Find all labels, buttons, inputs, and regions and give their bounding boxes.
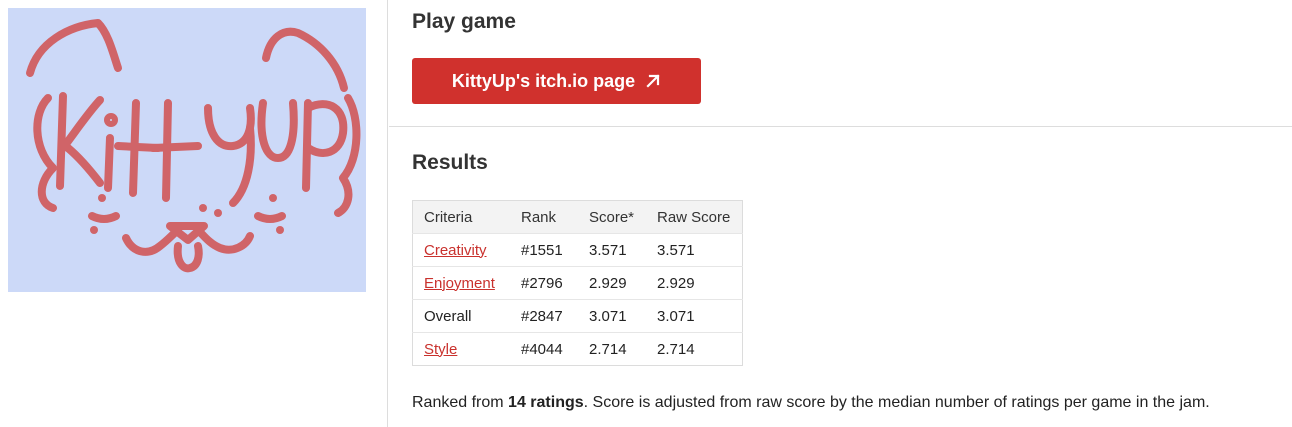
- score-cell: 2.929: [578, 266, 646, 300]
- footnote-suffix: . Score is adjusted from raw score by th…: [583, 394, 1210, 411]
- play-game-heading: Play game: [412, 10, 516, 33]
- section-divider: [389, 126, 1292, 127]
- header-criteria: Criteria: [412, 200, 510, 234]
- raw-score-cell: 3.071: [646, 299, 743, 333]
- external-link-icon: [645, 73, 661, 89]
- dot: [276, 226, 284, 234]
- footnote-prefix: Ranked from: [412, 394, 509, 411]
- score-cell: 3.071: [578, 299, 646, 333]
- letter-i: [104, 134, 114, 192]
- rank-cell: #1551: [510, 233, 578, 267]
- header-raw-score: Raw Score: [646, 200, 743, 234]
- results-header-row: Criteria Rank Score* Raw Score: [412, 200, 743, 234]
- table-row: Creativity #1551 3.571 3.571: [412, 233, 743, 267]
- criteria-cell: Creativity: [412, 233, 510, 267]
- dot: [269, 194, 277, 202]
- header-score: Score*: [578, 200, 646, 234]
- left-whisker: [88, 212, 120, 223]
- criteria-cell-overall: Overall: [412, 299, 510, 333]
- letter-t2-bar: [149, 142, 202, 152]
- results-table: Criteria Rank Score* Raw Score Creativit…: [412, 200, 743, 366]
- criteria-link-enjoyment[interactable]: Enjoyment: [424, 275, 495, 292]
- ratings-count: 14 ratings: [508, 394, 584, 411]
- raw-score-cell: 3.571: [646, 233, 743, 267]
- dot: [199, 204, 207, 212]
- details-column: Play game KittyUp's itch.io page Results…: [389, 0, 1292, 427]
- criteria-cell: Style: [412, 332, 510, 366]
- right-whisker: [254, 212, 286, 223]
- kittyup-logo-art: [8, 8, 366, 292]
- raw-score-cell: 2.714: [646, 332, 743, 366]
- game-results-page: Play game KittyUp's itch.io page Results…: [0, 0, 1292, 427]
- ratings-footnote: Ranked from 14 ratings. Score is adjuste…: [412, 394, 1210, 412]
- criteria-cell: Enjoyment: [412, 266, 510, 300]
- cover-column: [0, 0, 388, 427]
- table-row: Style #4044 2.714 2.714: [412, 332, 743, 366]
- rank-cell: #4044: [510, 332, 578, 366]
- rank-cell: #2796: [510, 266, 578, 300]
- itch-page-button[interactable]: KittyUp's itch.io page: [412, 58, 701, 104]
- rank-cell: #2847: [510, 299, 578, 333]
- letter-k-stem: [56, 92, 67, 190]
- table-row: Enjoyment #2796 2.929 2.929: [412, 266, 743, 300]
- score-cell: 2.714: [578, 332, 646, 366]
- raw-score-cell: 2.929: [646, 266, 743, 300]
- score-cell: 3.571: [578, 233, 646, 267]
- criteria-link-creativity[interactable]: Creativity: [424, 242, 487, 259]
- results-heading: Results: [412, 151, 488, 174]
- table-row: Overall #2847 3.071 3.071: [412, 299, 743, 333]
- dot: [98, 194, 106, 202]
- header-rank: Rank: [510, 200, 578, 234]
- game-cover-image[interactable]: [8, 8, 366, 292]
- dot: [214, 209, 222, 217]
- dot: [90, 226, 98, 234]
- itch-page-button-label: KittyUp's itch.io page: [451, 70, 636, 91]
- letter-i-dot: [104, 113, 118, 127]
- criteria-link-style[interactable]: Style: [424, 341, 457, 358]
